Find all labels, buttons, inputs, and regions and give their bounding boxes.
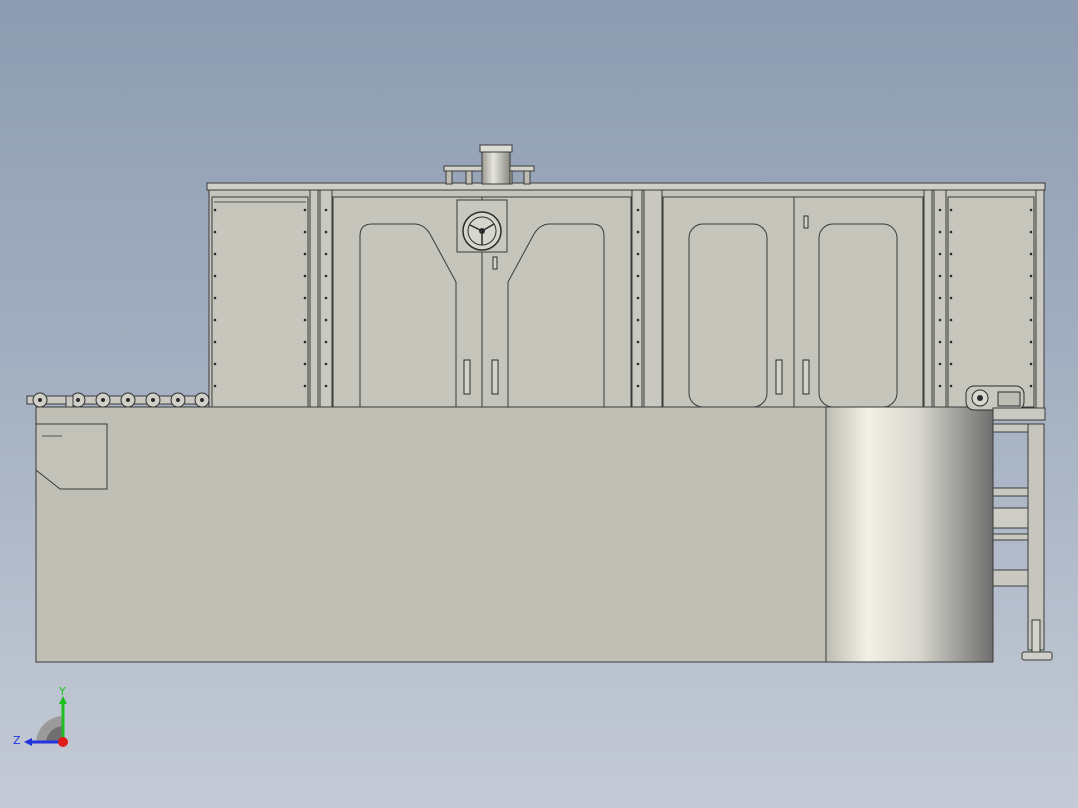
rivet bbox=[303, 340, 307, 344]
rivet bbox=[324, 384, 328, 388]
rivet bbox=[303, 296, 307, 300]
rivet bbox=[1029, 252, 1033, 256]
base-cabinet[interactable] bbox=[35, 406, 827, 663]
curved-guard-cover[interactable] bbox=[825, 406, 994, 663]
rivet bbox=[213, 384, 217, 388]
roller-hub bbox=[38, 398, 42, 402]
rivet bbox=[938, 208, 942, 212]
rivet bbox=[303, 208, 307, 212]
rivet bbox=[938, 362, 942, 366]
z-axis-head bbox=[24, 738, 32, 746]
rivet bbox=[1029, 340, 1033, 344]
rivet bbox=[303, 230, 307, 234]
rivet bbox=[303, 362, 307, 366]
rivet bbox=[324, 296, 328, 300]
rivet bbox=[213, 340, 217, 344]
rivet bbox=[324, 362, 328, 366]
z-axis-label: Z bbox=[13, 734, 21, 747]
rivet bbox=[213, 362, 217, 366]
rivet bbox=[636, 340, 640, 344]
rivet bbox=[938, 252, 942, 256]
rivet bbox=[213, 296, 217, 300]
right-end-panel bbox=[947, 196, 1035, 408]
rivet bbox=[1029, 384, 1033, 388]
rivet bbox=[949, 340, 953, 344]
rivet bbox=[949, 296, 953, 300]
rivet bbox=[938, 318, 942, 322]
rivet bbox=[213, 230, 217, 234]
rivet bbox=[949, 230, 953, 234]
rivet bbox=[636, 384, 640, 388]
left-end-panel bbox=[211, 196, 309, 408]
rivet bbox=[636, 252, 640, 256]
fan-dial-icon[interactable] bbox=[456, 199, 508, 253]
rivet bbox=[213, 318, 217, 322]
rivet bbox=[636, 296, 640, 300]
rivet bbox=[303, 252, 307, 256]
rivet bbox=[636, 274, 640, 278]
support-stand bbox=[992, 423, 1053, 661]
rivet bbox=[1029, 208, 1033, 212]
roller-hub bbox=[176, 398, 180, 402]
rivet bbox=[938, 340, 942, 344]
y-axis-label: Y bbox=[58, 685, 66, 698]
rivet bbox=[949, 318, 953, 322]
rivet bbox=[324, 252, 328, 256]
x-axis-dot bbox=[58, 737, 68, 747]
exhaust-stack[interactable] bbox=[443, 144, 535, 185]
rivet bbox=[938, 384, 942, 388]
roller-hub bbox=[126, 398, 130, 402]
rivet bbox=[213, 274, 217, 278]
rivet bbox=[1029, 274, 1033, 278]
door-bay-2[interactable] bbox=[662, 196, 924, 408]
rivet bbox=[636, 208, 640, 212]
orientation-triad[interactable]: Y Z bbox=[10, 684, 80, 754]
rivet bbox=[303, 274, 307, 278]
rivet bbox=[636, 362, 640, 366]
rivet bbox=[324, 274, 328, 278]
rivet bbox=[324, 318, 328, 322]
rivet bbox=[324, 230, 328, 234]
rivet bbox=[949, 362, 953, 366]
rivet bbox=[1029, 296, 1033, 300]
rivet bbox=[213, 252, 217, 256]
rivet bbox=[636, 318, 640, 322]
rivet bbox=[949, 208, 953, 212]
rivet bbox=[636, 230, 640, 234]
rivet bbox=[938, 274, 942, 278]
rivet bbox=[1029, 318, 1033, 322]
roller-hub bbox=[101, 398, 105, 402]
rivet bbox=[949, 274, 953, 278]
rivet bbox=[1029, 362, 1033, 366]
roller-hub bbox=[151, 398, 155, 402]
rivet bbox=[303, 318, 307, 322]
rivet bbox=[213, 208, 217, 212]
rivet bbox=[938, 296, 942, 300]
roller-hub bbox=[200, 398, 204, 402]
roller-hub bbox=[76, 398, 80, 402]
cad-viewport[interactable] bbox=[0, 0, 1078, 808]
rivet bbox=[324, 208, 328, 212]
oven-housing[interactable] bbox=[206, 144, 1046, 409]
rivet bbox=[949, 252, 953, 256]
rivet bbox=[303, 384, 307, 388]
rivet bbox=[1029, 230, 1033, 234]
rivet bbox=[949, 384, 953, 388]
rivet bbox=[938, 230, 942, 234]
rivet bbox=[324, 340, 328, 344]
